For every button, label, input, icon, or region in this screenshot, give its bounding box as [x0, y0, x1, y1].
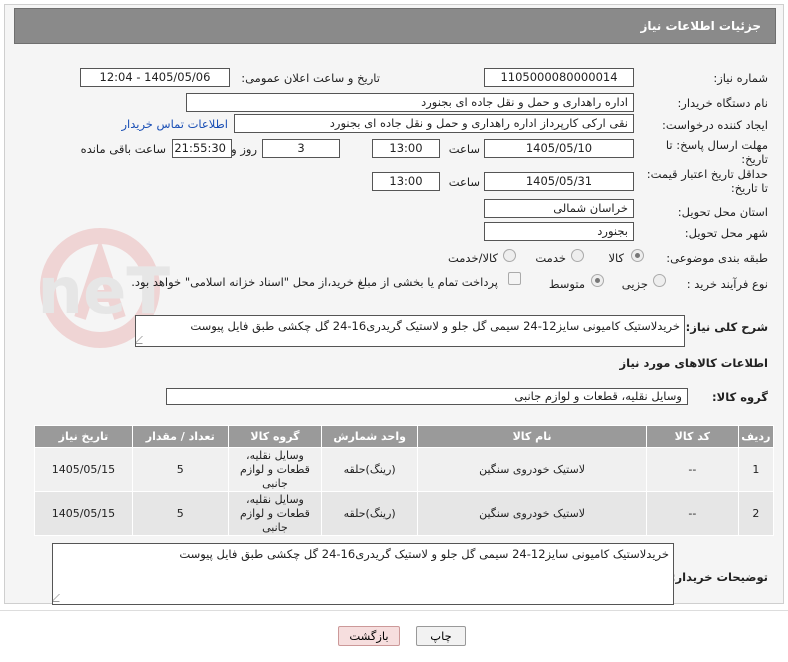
process-radio-medium[interactable] [591, 274, 604, 287]
cell-unit: (رینگ)حلقه [321, 491, 419, 536]
col-qty: تعداد / مقدار [131, 425, 229, 448]
reply-days-label: روز و [231, 142, 257, 156]
col-date: تاریخ نیاز [34, 425, 133, 448]
process-option-minor: جزیی [621, 277, 648, 291]
category-radio-goods-service[interactable] [503, 249, 516, 262]
delivery-province-label: استان محل تحویل: [677, 205, 768, 219]
divider [0, 610, 788, 611]
col-group: گروه کالا [227, 425, 323, 448]
description-text: خریدلاستیک کامیونی سایز12-24 سیمی گل جلو… [190, 319, 680, 333]
price-validity-label-1: حداقل تاریخ اعتبار قیمت: [646, 167, 768, 181]
category-option-goods-service: کالا/خدمت [447, 251, 498, 265]
remaining-time-label: ساعت باقی مانده [80, 142, 166, 156]
price-validity-label-2: تا تاریخ: [730, 181, 768, 195]
reply-deadline-label-1: مهلت ارسال پاسخ: تا [665, 138, 768, 152]
table-header-row: ردیف کد کالا نام کالا واحد شمارش گروه کا… [34, 425, 775, 448]
resize-grip-icon[interactable] [136, 336, 150, 344]
cell-date: 1405/05/15 [34, 447, 133, 492]
reply-deadline-time-label: ساعت [448, 142, 480, 156]
treasury-payment-checkbox[interactable] [508, 272, 521, 285]
cell-name: لاستیک خودروی سنگین [417, 447, 648, 492]
category-radio-goods[interactable] [631, 249, 644, 262]
buyer-org-field: اداره راهداری و حمل و نقل جاده ای بجنورد [186, 93, 634, 112]
category-label: طبقه بندی موضوعی: [666, 251, 768, 265]
description-label: شرح کلی نیاز: [685, 320, 768, 334]
cell-date: 1405/05/15 [34, 491, 133, 536]
buyer-org-label: نام دستگاه خریدار: [677, 96, 768, 110]
remaining-time-field: 21:55:30 [172, 139, 232, 158]
cell-group: وسایل نقلیه، قطعات و لوازم جانبی [227, 447, 323, 492]
delivery-province-field: خراسان شمالی [484, 199, 634, 218]
resize-grip-icon[interactable] [53, 594, 67, 602]
delivery-city-field: بجنورد [484, 222, 634, 241]
buyer-notes-text: خریدلاستیک کامیونی سایز12-24 سیمی گل جلو… [179, 547, 669, 561]
cell-qty: 5 [131, 491, 229, 536]
requester-label: ایجاد کننده درخواست: [662, 118, 768, 132]
category-radio-service[interactable] [571, 249, 584, 262]
col-row: ردیف [737, 425, 775, 448]
price-validity-date-field: 1405/05/31 [484, 172, 634, 191]
cell-group: وسایل نقلیه، قطعات و لوازم جانبی [227, 491, 323, 536]
reply-deadline-label-2: تاریخ: [741, 152, 768, 166]
process-option-medium: متوسط [548, 277, 585, 291]
need-number-field: 1105000080000014 [484, 68, 634, 87]
goods-section-title: اطلاعات کالاهای مورد نیاز [619, 356, 768, 370]
panel-header: جزئیات اطلاعات نیاز [14, 8, 776, 44]
cell-row: 1 [737, 447, 775, 492]
cell-unit: (رینگ)حلقه [321, 447, 419, 492]
col-code: کد کالا [646, 425, 739, 448]
reply-deadline-time-field: 13:00 [372, 139, 440, 158]
buyer-notes-textarea[interactable]: خریدلاستیک کامیونی سایز12-24 سیمی گل جلو… [52, 543, 674, 605]
cell-name: لاستیک خودروی سنگین [417, 491, 648, 536]
buyer-notes-label: توضیحات خریدار: [670, 570, 768, 584]
back-button[interactable]: بازگشت [338, 626, 400, 646]
announce-datetime-field: 1405/05/06 - 12:04 [80, 68, 230, 87]
goods-group-field: وسایل نقلیه، قطعات و لوازم جانبی [166, 388, 688, 405]
col-unit: واحد شمارش [321, 425, 419, 448]
cell-code: -- [646, 491, 739, 536]
treasury-payment-note: پرداخت تمام یا بخشی از مبلغ خرید،از محل … [131, 275, 498, 289]
cell-row: 2 [737, 491, 775, 536]
table-row[interactable]: 1 -- لاستیک خودروی سنگین (رینگ)حلقه وسای… [34, 447, 775, 492]
requester-field: نقی ارکی کارپرداز اداره راهداری و حمل و … [234, 114, 634, 133]
cell-code: -- [646, 447, 739, 492]
table-row[interactable]: 2 -- لاستیک خودروی سنگین (رینگ)حلقه وسای… [34, 491, 775, 536]
reply-deadline-date-field: 1405/05/10 [484, 139, 634, 158]
print-button[interactable]: چاپ [416, 626, 466, 646]
reply-days-field: 3 [262, 139, 340, 158]
description-textarea[interactable]: خریدلاستیک کامیونی سایز12-24 سیمی گل جلو… [135, 315, 685, 347]
process-type-label: نوع فرآیند خرید : [686, 277, 768, 291]
need-number-label: شماره نیاز: [713, 71, 768, 85]
goods-table: ردیف کد کالا نام کالا واحد شمارش گروه کا… [34, 425, 775, 536]
price-validity-time-label: ساعت [448, 175, 480, 189]
category-option-goods: کالا [608, 251, 624, 265]
cell-qty: 5 [131, 447, 229, 492]
col-name: نام کالا [417, 425, 648, 448]
buyer-contact-link[interactable]: اطلاعات تماس خریدار [121, 117, 228, 131]
announce-datetime-label: تاریخ و ساعت اعلان عمومی: [241, 71, 380, 85]
price-validity-time-field: 13:00 [372, 172, 440, 191]
category-option-service: خدمت [535, 251, 566, 265]
panel-title: جزئیات اطلاعات نیاز [640, 19, 761, 33]
goods-group-label: گروه کالا: [712, 390, 768, 404]
delivery-city-label: شهر محل تحویل: [684, 226, 768, 240]
process-radio-minor[interactable] [653, 274, 666, 287]
